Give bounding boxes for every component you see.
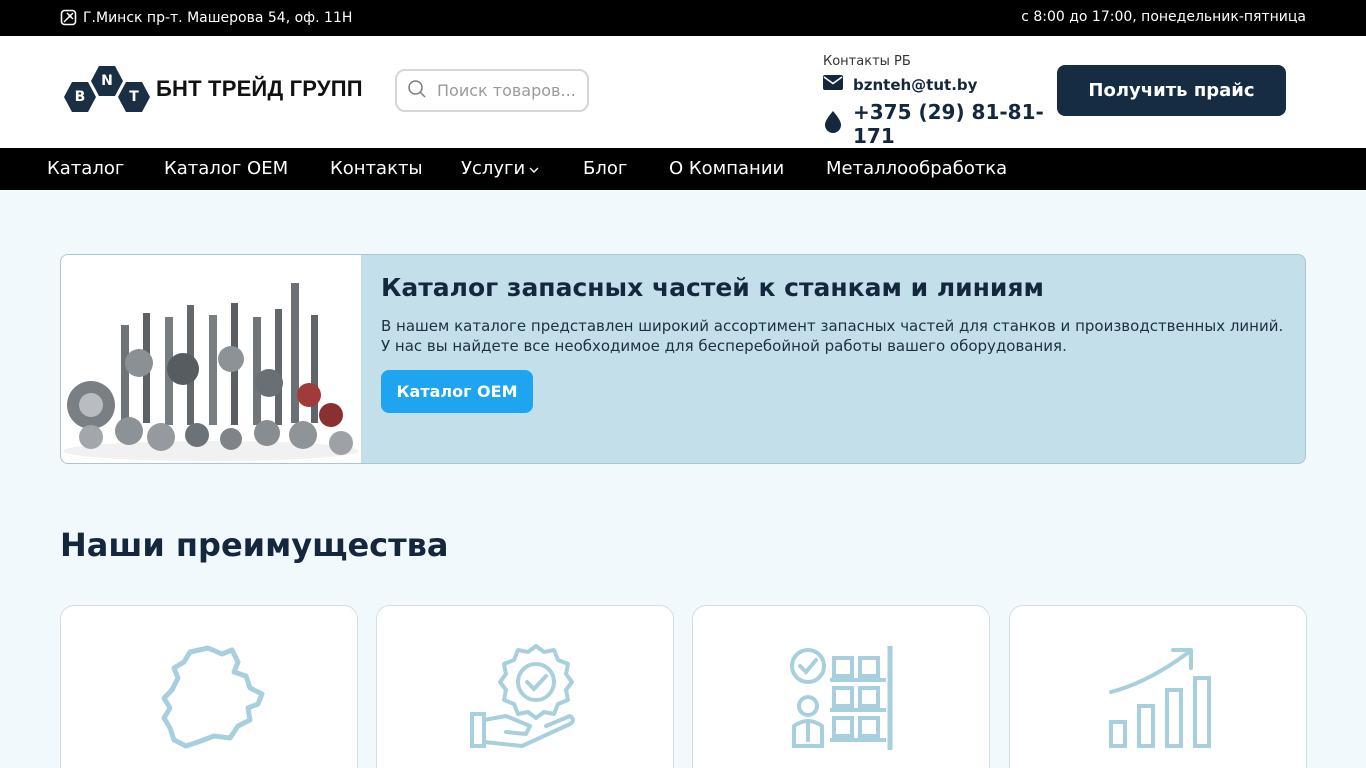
catalog-oem-button[interactable]: Каталог ОЕМ <box>381 370 533 413</box>
phone-drop-icon <box>823 110 843 138</box>
address-text: Г.Минск пр-т. Машерова 54, оф. 11Н <box>83 9 353 26</box>
phone-row[interactable]: +375 (29) 81-81-171 <box>823 100 1053 148</box>
spare-parts-image <box>61 255 361 463</box>
contacts-label: Контакты РБ <box>823 54 911 69</box>
logo-text: БНТ ТРЕЙД ГРУПП <box>156 76 363 101</box>
banner-text-line-2: У нас вы найдете все необходимое для бес… <box>381 337 1067 355</box>
banner-content: Каталог запасных частей к станкам и лини… <box>381 273 1291 413</box>
nav-item-services-label: Услуги <box>461 158 526 179</box>
logo-hex-t: T <box>118 82 150 112</box>
search-box[interactable] <box>395 69 589 112</box>
banner-text-line-1: В нашем каталоге представлен широкий асс… <box>381 317 1284 335</box>
nav-item-about[interactable]: О Компании <box>669 158 784 179</box>
advantage-card-1 <box>60 605 358 768</box>
header: B N T БНТ ТРЕЙД ГРУПП Контакты РБ bznteh… <box>0 36 1366 148</box>
logo-hex-b: B <box>64 82 96 112</box>
phone-link[interactable]: +375 (29) 81-81-171 <box>853 100 1053 148</box>
advantages-title: Наши преимущества <box>60 526 449 564</box>
top-bar: Г.Минск пр-т. Машерова 54, оф. 11Н с 8:0… <box>0 0 1366 36</box>
search-icon <box>407 79 427 103</box>
mail-icon <box>823 75 843 94</box>
advantage-card-3 <box>692 605 990 768</box>
get-price-button[interactable]: Получить прайс <box>1057 65 1286 116</box>
nav-item-contacts[interactable]: Контакты <box>330 158 423 179</box>
advantage-card-4 <box>1009 605 1307 768</box>
logo[interactable]: B N T БНТ ТРЕЙД ГРУПП <box>64 66 363 112</box>
nav-item-catalog-oem[interactable]: Каталог ОЕМ <box>164 158 288 179</box>
logo-hex-n: N <box>91 66 123 96</box>
nav-item-metalworking[interactable]: Металлообработка <box>826 158 1007 179</box>
search-input[interactable] <box>437 81 577 100</box>
nav-item-catalog[interactable]: Каталог <box>47 158 124 179</box>
email-link[interactable]: bznteh@tut.by <box>853 76 977 94</box>
advantage-card-2 <box>376 605 674 768</box>
main-nav: Каталог Каталог ОЕМ Контакты Услуги Блог… <box>0 148 1366 190</box>
working-hours: с 8:00 до 17:00, понедельник-пятница <box>1021 9 1306 25</box>
map-pin-icon <box>60 9 77 26</box>
banner-title: Каталог запасных частей к станкам и лини… <box>381 273 1044 302</box>
logo-mark: B N T <box>64 66 150 112</box>
address: Г.Минск пр-т. Машерова 54, оф. 11Н <box>60 9 352 26</box>
nav-item-services[interactable]: Услуги <box>461 158 539 179</box>
contacts-block: Контакты РБ bznteh@tut.by +375 (29) 81-8… <box>823 54 1053 148</box>
chevron-down-icon <box>529 158 539 179</box>
catalog-banner: Каталог запасных частей к станкам и лини… <box>60 254 1306 464</box>
nav-item-blog[interactable]: Блог <box>583 158 627 179</box>
email-row[interactable]: bznteh@tut.by <box>823 75 1053 94</box>
